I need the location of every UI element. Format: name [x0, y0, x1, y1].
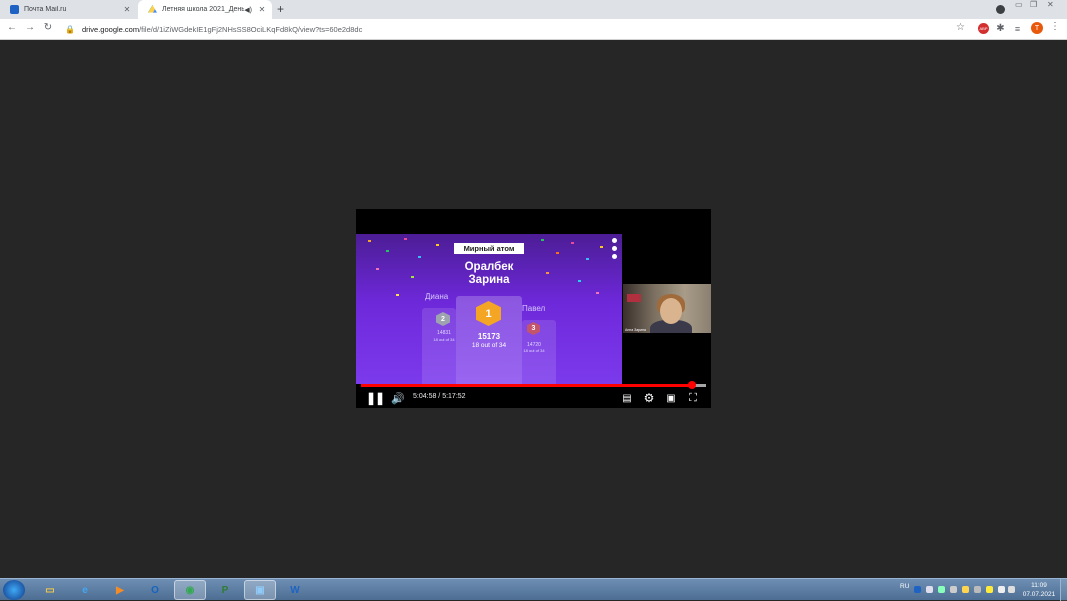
taskbar-button-internet-explorer[interactable]: e — [69, 580, 101, 600]
minimize-icon[interactable]: ▭ — [1015, 0, 1023, 12]
clock-time: 11:09 — [1031, 582, 1047, 589]
video-player[interactable]: Мирный атом Оралбек Зарина Диана Павел 2… — [356, 209, 711, 408]
adblock-extension-icon[interactable]: ABP — [978, 23, 989, 34]
system-clock[interactable]: 11:09 07.07.2021 — [1020, 581, 1058, 599]
google-drive-icon — [148, 5, 157, 13]
settings-gear-icon[interactable]: ⚙ — [642, 391, 656, 405]
browser-tab-strip: Почта Mail.ru ✕ Летняя школа 2021_День 2… — [0, 0, 1067, 19]
reading-list-icon[interactable]: ≡ — [1012, 23, 1023, 34]
slide-side-controls — [612, 238, 618, 262]
volume-icon[interactable]: 🔊 — [390, 391, 406, 405]
profile-avatar[interactable]: T — [1031, 22, 1043, 34]
taskbar-button-remote-desktop[interactable]: ▣ — [244, 580, 276, 600]
progress-scrubber[interactable] — [687, 381, 696, 389]
current-time: 5:04:58 — [413, 393, 437, 400]
start-button[interactable] — [3, 580, 25, 600]
second-place-score: 14831 — [437, 330, 451, 336]
video-progress-bar[interactable] — [361, 381, 706, 389]
windows-taskbar: ▭ e ▶ O ◉ P ▣ W RU 11:09 07.07.2021 — [0, 578, 1067, 601]
help-icon[interactable] — [914, 586, 921, 593]
presenter-face — [660, 298, 682, 324]
keyboard-icon[interactable] — [938, 586, 945, 593]
language-indicator[interactable]: RU — [900, 583, 909, 590]
address-bar[interactable]: 🔒 drive.google.com/file/d/1iZiWGdekIE1gF… — [60, 21, 972, 38]
third-place-name: Павел — [522, 304, 546, 313]
subtitles-icon[interactable]: ▤ — [620, 391, 634, 405]
url-host: drive.google.com — [81, 25, 140, 34]
project-icon: P — [221, 584, 229, 596]
slide-control-dot[interactable] — [612, 238, 617, 243]
clock-date: 07.07.2021 — [1022, 591, 1056, 598]
speaker-icon[interactable]: ◀) — [244, 6, 252, 14]
duration: 5:17:52 — [442, 393, 466, 400]
volume-tray-icon[interactable] — [1008, 586, 1015, 593]
close-icon[interactable]: ✕ — [121, 5, 133, 14]
extensions-puzzle-icon[interactable]: ✱ — [995, 23, 1006, 34]
fullscreen-icon[interactable]: ⛶ — [686, 391, 700, 405]
close-icon[interactable]: ✕ — [256, 5, 268, 14]
tray-app-icon[interactable] — [962, 586, 969, 593]
quiz-title: Мирный атом — [454, 243, 524, 254]
word-icon: W — [290, 584, 300, 596]
taskbar-button-media-player[interactable]: ▶ — [104, 580, 136, 600]
taskbar-button-chrome[interactable]: ◉ — [174, 580, 206, 600]
slide-control-dot[interactable] — [612, 246, 617, 251]
webcam-name-tag: Анна Зарина — [625, 328, 646, 332]
tray-arrow-icon[interactable] — [926, 586, 933, 593]
tab-mail[interactable]: Почта Mail.ru ✕ — [0, 0, 137, 19]
second-place-name: Диана — [425, 292, 449, 301]
second-place-detail: 18 out of 34 — [433, 337, 455, 342]
quiz-leaderboard-slide: Мирный атом Оралбек Зарина Диана Павел 2… — [356, 234, 622, 384]
forward-icon[interactable]: → — [23, 22, 37, 33]
first-place-score: 15173 — [477, 332, 501, 341]
new-tab-button[interactable]: + — [277, 2, 284, 16]
browser-toolbar: ← → ↻ 🔒 drive.google.com/file/d/1iZiWGde… — [0, 19, 1067, 40]
webcam-feed: Анна Зарина — [623, 284, 711, 333]
internet-explorer-icon: e — [82, 584, 88, 596]
time-display: 5:04:58 / 5:17:52 — [413, 393, 466, 400]
tab-title: Летняя школа 2021_День 2 — [162, 6, 245, 13]
third-place-detail: 18 out of 34 — [523, 348, 545, 353]
progress-played — [361, 384, 692, 387]
restore-icon[interactable]: ❐ — [1030, 0, 1037, 12]
security-icon[interactable] — [986, 586, 993, 593]
lock-icon[interactable]: 🔒 — [65, 25, 75, 34]
url-path: /file/d/1iZiWGdekIE1gFj2NHsSS8OciLKqFd8k… — [139, 25, 363, 34]
back-icon[interactable]: ← — [5, 22, 19, 33]
url-text: drive.google.com/file/d/1iZiWGdekIE1gFj2… — [82, 25, 362, 34]
first-place-detail: 18 out of 34 — [471, 342, 507, 349]
network-icon[interactable] — [974, 586, 981, 593]
printer-icon[interactable] — [950, 586, 957, 593]
winner-first-name: Оралбек — [464, 261, 514, 273]
taskbar-button-outlook[interactable]: O — [139, 580, 171, 600]
remote-desktop-icon: ▣ — [255, 584, 265, 596]
show-desktop-button[interactable] — [1060, 579, 1067, 601]
media-player-icon: ▶ — [116, 584, 124, 596]
miniplayer-icon[interactable]: ▣ — [664, 391, 678, 405]
adblock-label: ABP — [979, 26, 988, 31]
outlook-icon: O — [151, 584, 159, 596]
slide-control-dot[interactable] — [612, 254, 617, 259]
pause-icon[interactable]: ❚❚ — [366, 391, 385, 405]
winner-name: Оралбек Зарина — [446, 261, 532, 287]
tab-drive-video[interactable]: Летняя школа 2021_День 2 ◀) ✕ — [138, 0, 272, 19]
flag-icon[interactable] — [998, 586, 1005, 593]
tab-title: Почта Mail.ru — [24, 6, 67, 13]
bookmark-star-icon[interactable]: ☆ — [956, 22, 965, 33]
close-window-icon[interactable]: ✕ — [1047, 0, 1054, 12]
tab-search-icon[interactable] — [996, 5, 1005, 14]
webcam-shelf — [627, 294, 641, 302]
reload-icon[interactable]: ↻ — [41, 22, 55, 33]
taskbar-button-explorer[interactable]: ▭ — [34, 580, 66, 600]
taskbar-button-word[interactable]: W — [279, 580, 311, 600]
explorer-icon: ▭ — [45, 584, 55, 596]
winner-last-name: Зарина — [468, 274, 510, 286]
taskbar-button-project[interactable]: P — [209, 580, 241, 600]
mail-icon — [10, 5, 19, 14]
chrome-icon: ◉ — [185, 584, 195, 596]
menu-kebab-icon[interactable]: ⋮ — [1050, 21, 1060, 32]
